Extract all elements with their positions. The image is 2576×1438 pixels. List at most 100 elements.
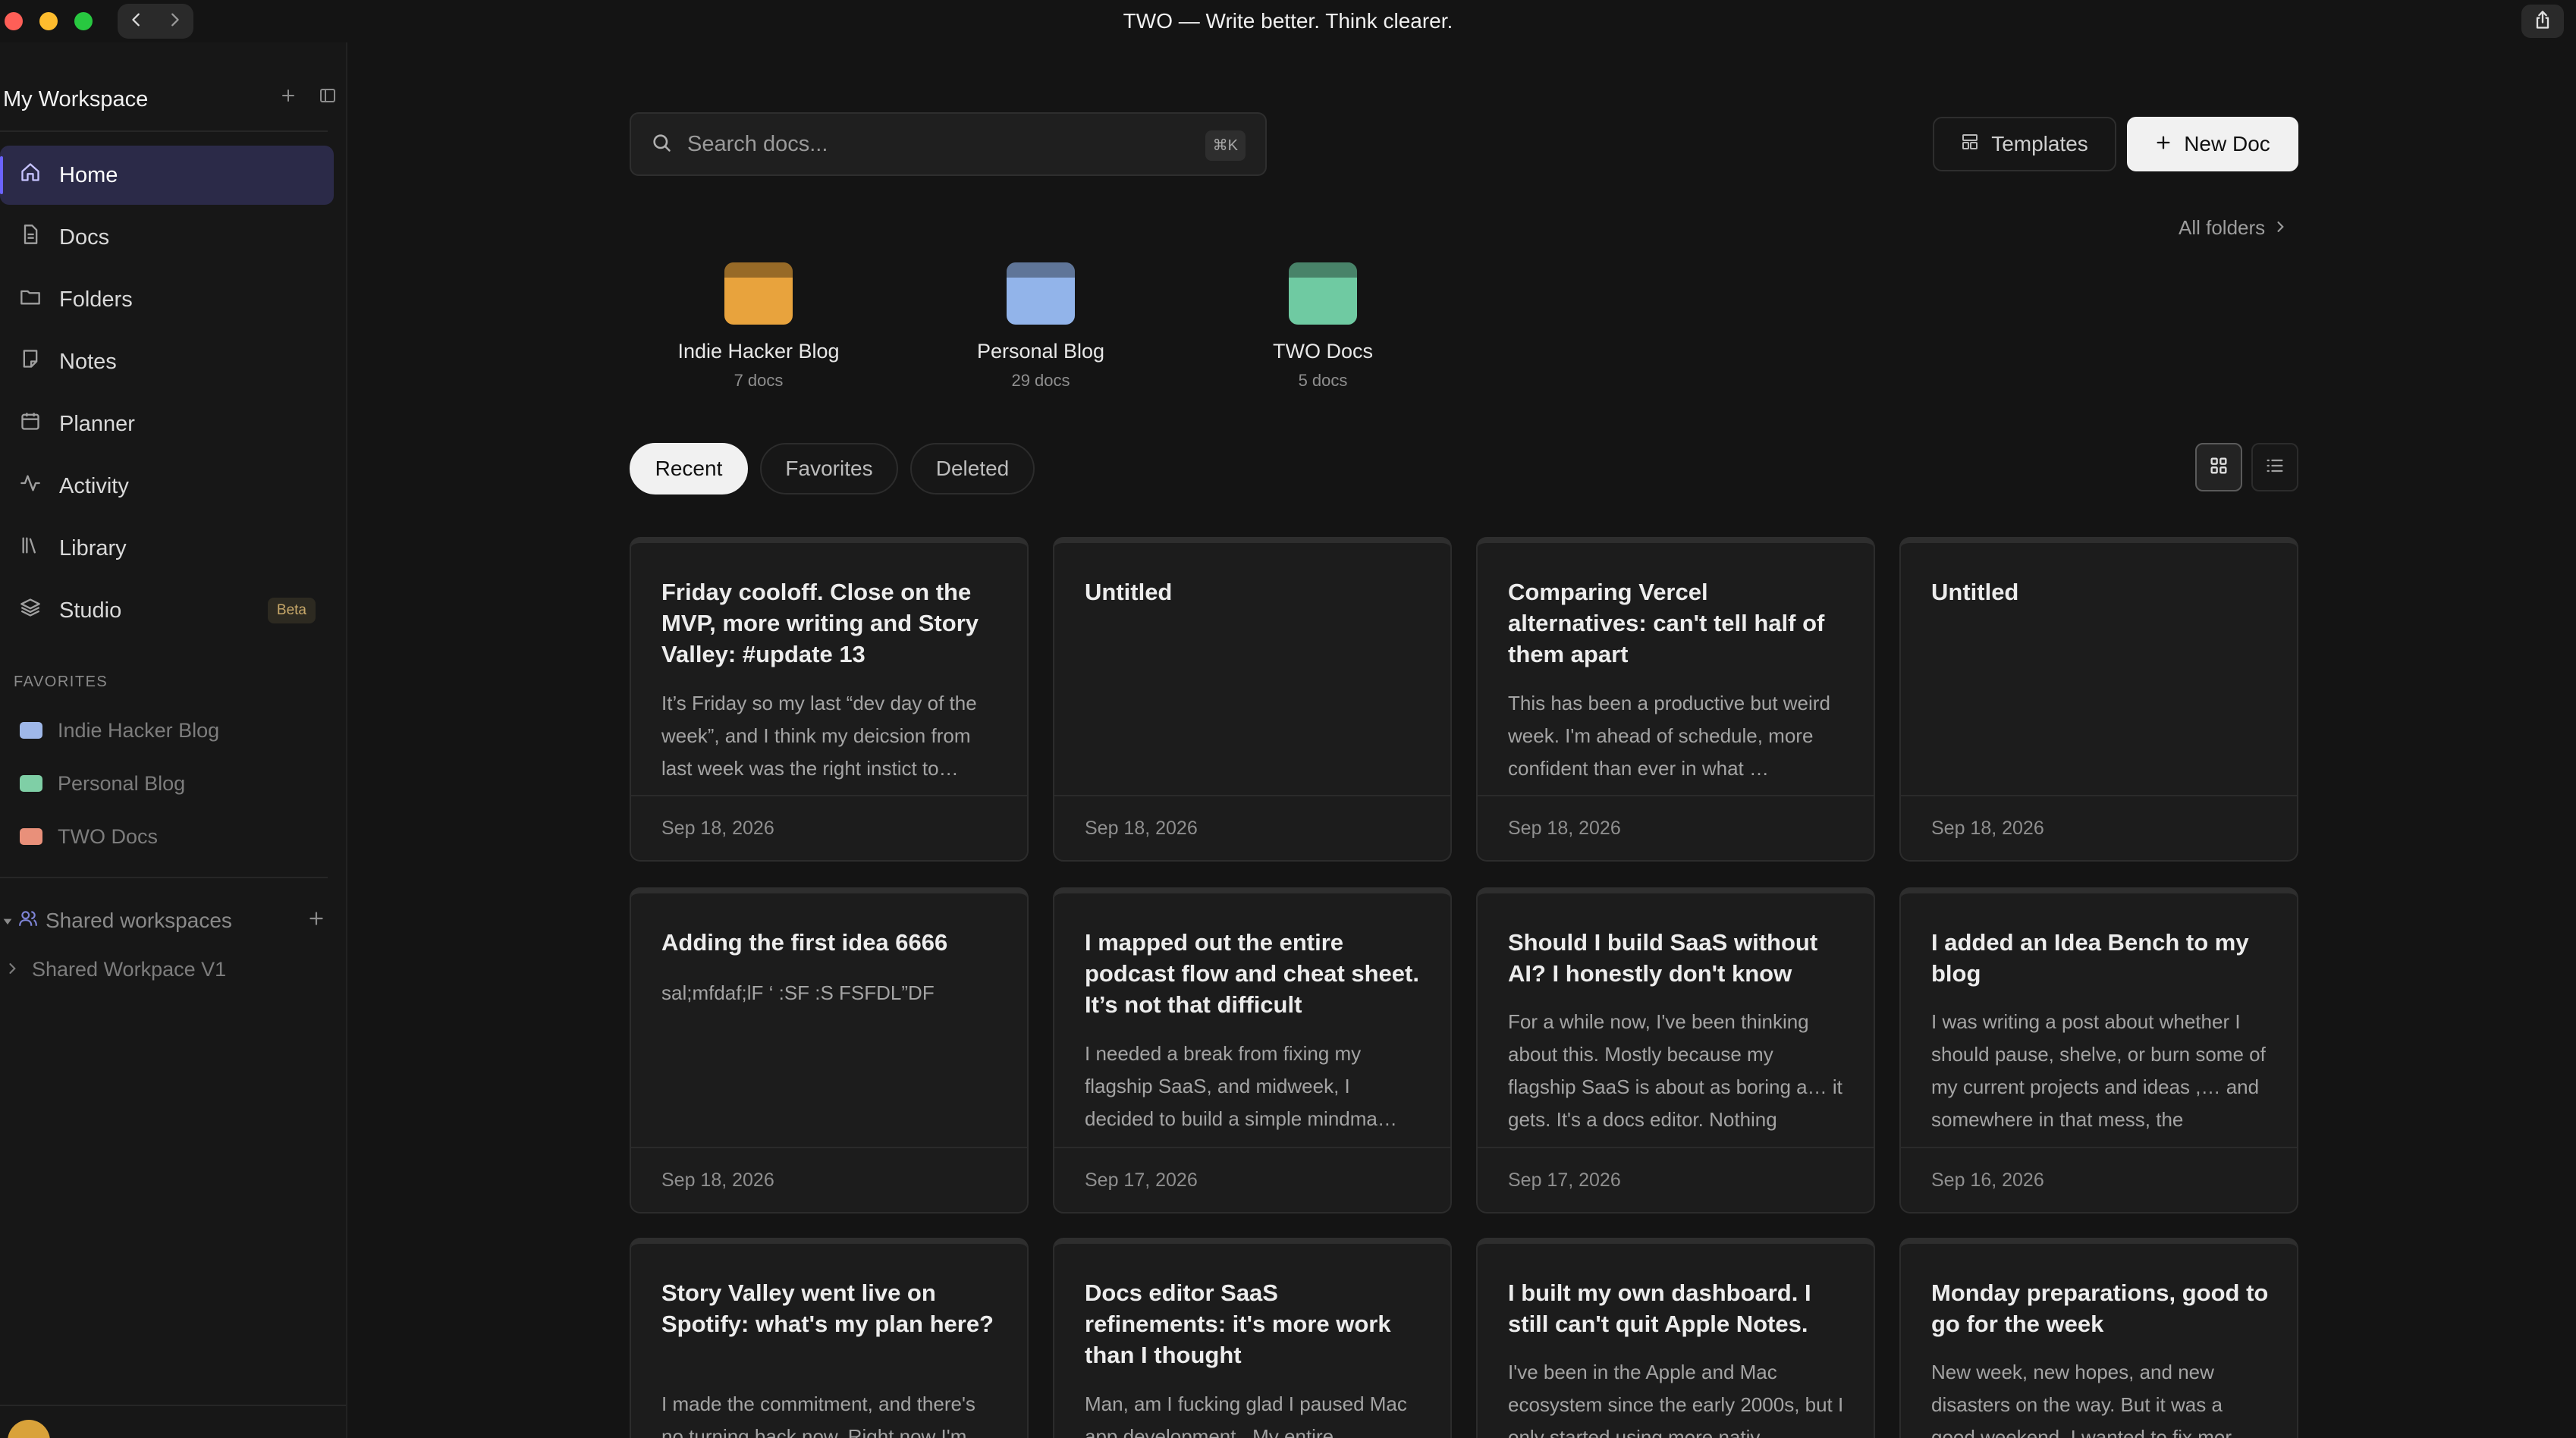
doc-card-footer: Sep 17, 2026 <box>1054 1147 1450 1212</box>
doc-card-excerpt: I've been in the Apple and Mac ecosystem… <box>1508 1361 1844 1438</box>
favorite-item-personal-blog[interactable]: Personal Blog <box>0 757 334 810</box>
share-button[interactable] <box>2521 5 2564 38</box>
doc-card-footer: Sep 16, 2026 <box>1901 1147 2297 1212</box>
doc-card-date: Sep 18, 2026 <box>1085 818 1198 839</box>
avatar[interactable] <box>8 1420 50 1438</box>
doc-card[interactable]: I built my own dashboard. I still can't … <box>1476 1238 1875 1438</box>
doc-card[interactable]: I added an Idea Bench to my blog I was w… <box>1899 887 2298 1214</box>
workspace-header: My Workspace <box>3 80 337 118</box>
favorite-item-indie-hacker-blog[interactable]: Indie Hacker Blog <box>0 704 334 757</box>
favorite-label: Personal Blog <box>58 771 186 795</box>
doc-card-footer: Sep 18, 2026 <box>631 1147 1027 1212</box>
home-icon <box>20 162 59 189</box>
sidebar-item-studio[interactable]: Studio Beta <box>0 581 334 640</box>
doc-card[interactable]: Docs editor SaaS refinements: it's more … <box>1053 1238 1452 1438</box>
doc-card-excerpt: For a while now, I've been thinking abou… <box>1508 1010 1842 1131</box>
sidebar-item-activity[interactable]: Activity <box>0 457 334 516</box>
doc-card[interactable]: Monday preparations, good to go for the … <box>1899 1238 2298 1438</box>
sidebar: My Workspace Home Docs Folders Notes Pla… <box>0 42 347 1438</box>
shared-workspaces-label: Shared workspaces <box>46 909 232 932</box>
add-shared-workspace-icon[interactable] <box>306 909 334 934</box>
doc-card-excerpt: New week, new hopes, and new disasters o… <box>1931 1361 2252 1438</box>
chevron-right-icon <box>2265 216 2288 240</box>
sidebar-item-label: Folders <box>59 287 133 312</box>
tab-favorites[interactable]: Favorites <box>760 443 898 495</box>
doc-card[interactable]: I mapped out the entire podcast flow and… <box>1053 887 1452 1214</box>
favorite-item-two-docs[interactable]: TWO Docs <box>0 810 334 863</box>
folder-name: Indie Hacker Blog <box>677 340 840 363</box>
doc-card-footer: Sep 18, 2026 <box>1054 795 1450 860</box>
folder-icon <box>1007 262 1075 325</box>
search-bar[interactable]: Search docs... ⌘K <box>630 112 1267 176</box>
layers-icon <box>20 597 59 624</box>
tab-deleted[interactable]: Deleted <box>910 443 1035 495</box>
sidebar-toggle-icon[interactable] <box>319 86 337 108</box>
doc-card[interactable]: Should I build SaaS without AI? I honest… <box>1476 887 1875 1214</box>
doc-card-excerpt: I made the commitment, and there's no tu… <box>661 1392 975 1438</box>
folder-color-swatch <box>20 828 42 845</box>
search-shortcut-hint: ⌘K <box>1205 130 1246 161</box>
folder-card-personal-blog[interactable]: Personal Blog 29 docs <box>950 262 1132 391</box>
doc-card-title: Adding the first idea 6666 <box>661 929 948 956</box>
shared-workspaces-header[interactable]: Shared workspaces <box>0 898 334 943</box>
new-doc-label: New Doc <box>2184 132 2270 155</box>
plus-icon <box>2155 132 2184 156</box>
folder-name: Personal Blog <box>976 340 1105 363</box>
list-view-button[interactable] <box>2251 443 2298 491</box>
doc-card-title: Friday cooloff. Close on the MVP, more w… <box>661 579 979 667</box>
sidebar-item-docs[interactable]: Docs <box>0 208 334 267</box>
folder-color-swatch <box>20 722 42 739</box>
tab-recent[interactable]: Recent <box>630 443 748 495</box>
favorite-label: Indie Hacker Blog <box>58 718 220 742</box>
doc-card[interactable]: Untitled Sep 18, 2026 <box>1899 537 2298 862</box>
sidebar-item-folders[interactable]: Folders <box>0 270 334 329</box>
divider <box>0 130 328 132</box>
doc-card[interactable]: Adding the first idea 6666 sal;mfdaf;lF … <box>630 887 1029 1214</box>
template-icon <box>1961 132 1991 156</box>
doc-card[interactable]: Friday cooloff. Close on the MVP, more w… <box>630 537 1029 862</box>
sidebar-item-notes[interactable]: Notes <box>0 332 334 391</box>
window-title: TWO — Write better. Think clearer. <box>1123 9 1453 33</box>
caret-down-icon <box>2 909 18 933</box>
doc-card-excerpt: It’s Friday so my last “dev day of the w… <box>661 692 977 780</box>
doc-card[interactable]: Comparing Vercel alternatives: can't tel… <box>1476 537 1875 862</box>
workspace-name[interactable]: My Workspace <box>3 87 148 112</box>
favorite-label: TWO Docs <box>58 824 158 848</box>
doc-card-date: Sep 18, 2026 <box>1931 818 2044 839</box>
doc-card-title: Untitled <box>1931 579 2019 605</box>
sidebar-item-label: Planner <box>59 411 135 436</box>
sidebar-item-planner[interactable]: Planner <box>0 394 334 454</box>
doc-card-date: Sep 18, 2026 <box>661 1170 774 1191</box>
doc-card[interactable]: Story Valley went live on Spotify: what'… <box>630 1238 1029 1438</box>
doc-card-title: Story Valley went live on Spotify: what'… <box>661 1279 994 1337</box>
sidebar-item-label: Library <box>59 535 127 560</box>
shared-workspace-item[interactable]: Shared Workpace V1 <box>0 948 226 991</box>
new-doc-button[interactable]: New Doc <box>2127 117 2298 171</box>
all-folders-link[interactable]: All folders <box>2179 212 2288 243</box>
folder-card-indie-hacker-blog[interactable]: Indie Hacker Blog 7 docs <box>668 262 850 391</box>
doc-card-title: Docs editor SaaS refinements: it's more … <box>1085 1279 1391 1368</box>
chevron-right-icon <box>0 958 32 981</box>
doc-card-excerpt: sal;mfdaf;lF ‘ :SF :S FSFDL”DF <box>661 981 935 1004</box>
title-bar: TWO — Write better. Think clearer. <box>0 0 2576 42</box>
doc-card-date: Sep 17, 2026 <box>1508 1170 1621 1191</box>
grid-view-button[interactable] <box>2195 443 2242 491</box>
list-icon <box>2264 455 2285 480</box>
library-icon <box>20 535 59 562</box>
search-input[interactable]: Search docs... <box>687 132 828 157</box>
sidebar-item-library[interactable]: Library <box>0 519 334 578</box>
doc-card-title: Monday preparations, good to go for the … <box>1931 1279 2269 1337</box>
doc-card[interactable]: Untitled Sep 18, 2026 <box>1053 537 1452 862</box>
all-folders-label: All folders <box>2179 215 2266 239</box>
doc-card-date: Sep 16, 2026 <box>1931 1170 2044 1191</box>
favorites-list: Indie Hacker Blog Personal Blog TWO Docs <box>0 704 334 863</box>
sidebar-item-home[interactable]: Home <box>0 146 334 205</box>
doc-card-excerpt: Man, am I fucking glad I paused Mac app … <box>1085 1392 1407 1438</box>
plus-icon[interactable] <box>279 86 297 108</box>
folder-card-two-docs[interactable]: TWO Docs 5 docs <box>1232 262 1414 391</box>
doc-card-title: Should I build SaaS without AI? I honest… <box>1508 929 1818 987</box>
templates-button[interactable]: Templates <box>1933 117 2116 171</box>
doc-card-title: I mapped out the entire podcast flow and… <box>1085 929 1419 1018</box>
doc-card-title: I added an Idea Bench to my blog <box>1931 929 2249 987</box>
sidebar-item-label: Docs <box>59 224 110 250</box>
